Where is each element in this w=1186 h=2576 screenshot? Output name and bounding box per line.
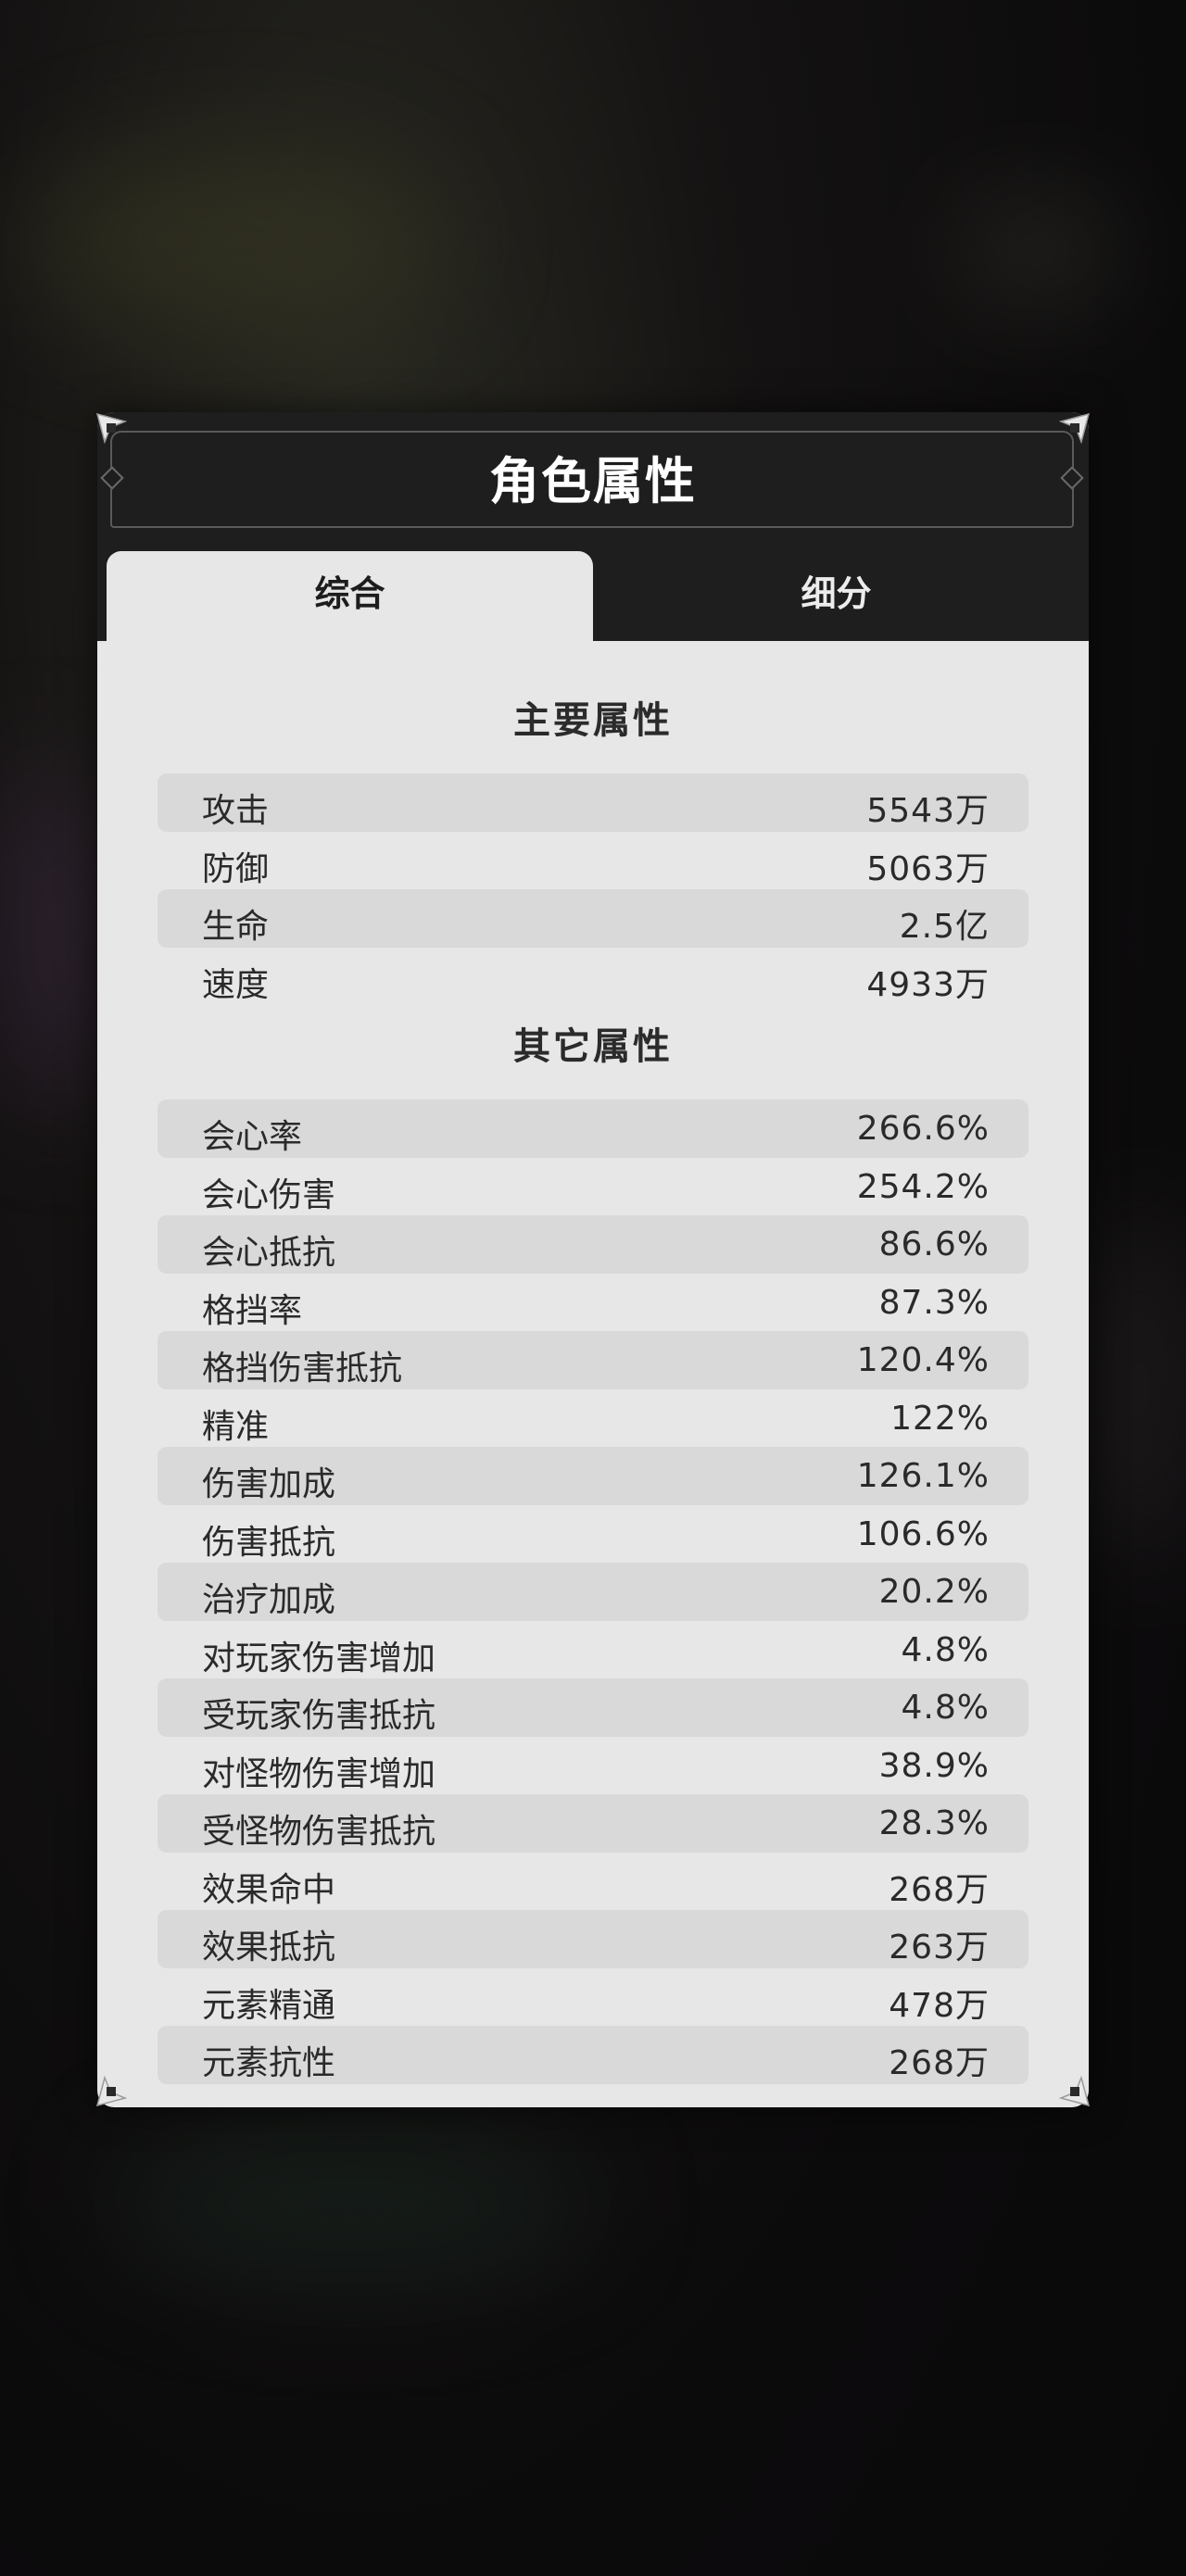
stat-label: 速度 xyxy=(202,965,270,1004)
stat-label: 伤害加成 xyxy=(202,1465,336,1503)
stat-value: 268万 xyxy=(889,1870,990,1909)
stat-row: 会心抵抗 86.6% xyxy=(158,1215,1028,1274)
stat-value: 4933万 xyxy=(866,965,990,1004)
stat-row: 对怪物伤害增加 38.9% xyxy=(158,1737,1028,1795)
stat-row: 效果抵抗 263万 xyxy=(158,1910,1028,1968)
stat-row: 受怪物伤害抵抗 28.3% xyxy=(158,1794,1028,1853)
corner-ornament-icon xyxy=(1059,2076,1091,2107)
stat-value: 87.3% xyxy=(878,1283,990,1322)
stat-label: 效果抵抗 xyxy=(202,1929,336,1967)
tab-overview[interactable]: 综合 xyxy=(107,551,593,641)
stat-value: 28.3% xyxy=(878,1804,990,1842)
stat-row: 格挡率 87.3% xyxy=(158,1274,1028,1332)
stat-value: 268万 xyxy=(889,2044,990,2082)
stat-row: 伤害加成 126.1% xyxy=(158,1447,1028,1505)
stat-row: 元素抗性 268万 xyxy=(158,2026,1028,2084)
stat-row: 会心率 266.6% xyxy=(158,1100,1028,1158)
stat-value: 254.2% xyxy=(856,1167,990,1206)
stat-row: 攻击 5543万 xyxy=(158,773,1028,832)
stat-value: 478万 xyxy=(889,1986,990,2025)
corner-ornament-icon xyxy=(1059,412,1091,444)
panel-title: 角色属性 xyxy=(489,452,697,510)
stat-value: 2.5亿 xyxy=(899,908,990,946)
background-blur xyxy=(1093,1204,1186,1575)
stat-value: 263万 xyxy=(889,1929,990,1967)
other-stats-title: 其它属性 xyxy=(513,1025,673,1068)
stat-label: 格挡伤害抵抗 xyxy=(202,1350,403,1388)
stat-value: 86.6% xyxy=(878,1225,990,1263)
stat-label: 会心率 xyxy=(202,1118,303,1156)
background-blur xyxy=(964,213,1112,287)
stat-value: 122% xyxy=(890,1399,990,1438)
tab-bar: 综合 细分 xyxy=(107,551,1079,641)
stat-row: 治疗加成 20.2% xyxy=(158,1563,1028,1621)
stat-label: 防御 xyxy=(202,849,270,888)
stat-value: 38.9% xyxy=(878,1746,990,1785)
stat-label: 治疗加成 xyxy=(202,1581,336,1619)
background-blur xyxy=(19,148,445,333)
stat-label: 效果命中 xyxy=(202,1870,336,1909)
stat-row: 效果命中 268万 xyxy=(158,1853,1028,1911)
background-blur xyxy=(111,2130,593,2279)
stat-row: 精准 122% xyxy=(158,1389,1028,1448)
other-stats-list: 会心率 266.6% 会心伤害 254.2% 会心抵抗 86.6% 格挡率 87.3% 格挡伤害… xyxy=(158,1100,1028,2084)
stat-value: 5063万 xyxy=(866,849,990,888)
stat-value: 4.8% xyxy=(901,1689,990,1727)
stat-label: 受怪物伤害抵抗 xyxy=(202,1813,436,1851)
stat-label: 伤害抵抗 xyxy=(202,1523,336,1562)
stat-label: 受玩家伤害抵抗 xyxy=(202,1697,436,1735)
tab-details[interactable]: 细分 xyxy=(593,551,1079,641)
stat-value: 20.2% xyxy=(878,1573,990,1611)
stat-row: 速度 4933万 xyxy=(158,948,1028,1006)
stat-label: 元素精通 xyxy=(202,1986,336,2025)
stat-value: 106.6% xyxy=(856,1514,990,1553)
stat-value: 126.1% xyxy=(856,1457,990,1495)
stat-value: 266.6% xyxy=(856,1110,990,1148)
background-blur xyxy=(0,760,111,1112)
stat-label: 格挡率 xyxy=(202,1291,303,1330)
stat-label: 会心抵抗 xyxy=(202,1234,336,1272)
stat-row: 元素精通 478万 xyxy=(158,1968,1028,2027)
main-stats-list: 攻击 5543万防御 5063万生命 2.5亿速度 4933万 xyxy=(158,773,1028,1005)
main-stats-title: 主要属性 xyxy=(513,699,673,742)
stat-row: 格挡伤害抵抗 120.4% xyxy=(158,1331,1028,1389)
stat-row: 受玩家伤害抵抗 4.8% xyxy=(158,1678,1028,1737)
panel-header: 角色属性 综合 细分 xyxy=(97,412,1089,641)
stat-row: 对玩家伤害增加 4.8% xyxy=(158,1621,1028,1679)
stat-row: 会心伤害 254.2% xyxy=(158,1158,1028,1216)
stat-value: 5543万 xyxy=(866,792,990,830)
stat-label: 元素抗性 xyxy=(202,2044,336,2082)
stat-label: 会心伤害 xyxy=(202,1175,336,1214)
stat-label: 精准 xyxy=(202,1407,270,1446)
stat-label: 攻击 xyxy=(202,792,270,830)
character-stats-panel: 角色属性 综合 细分 主要属性 攻击 5543万防御 5063万生命 2.5亿速度 49… xyxy=(97,412,1089,2107)
stat-value: 120.4% xyxy=(856,1341,990,1379)
stat-label: 生命 xyxy=(202,908,270,946)
corner-ornament-icon xyxy=(95,2076,127,2107)
stat-row: 防御 5063万 xyxy=(158,832,1028,890)
stat-label: 对怪物伤害增加 xyxy=(202,1754,436,1793)
corner-ornament-icon xyxy=(95,412,127,444)
stat-value: 4.8% xyxy=(901,1630,990,1669)
stat-row: 生命 2.5亿 xyxy=(158,889,1028,948)
stat-label: 对玩家伤害增加 xyxy=(202,1639,436,1678)
stat-row: 伤害抵抗 106.6% xyxy=(158,1505,1028,1564)
